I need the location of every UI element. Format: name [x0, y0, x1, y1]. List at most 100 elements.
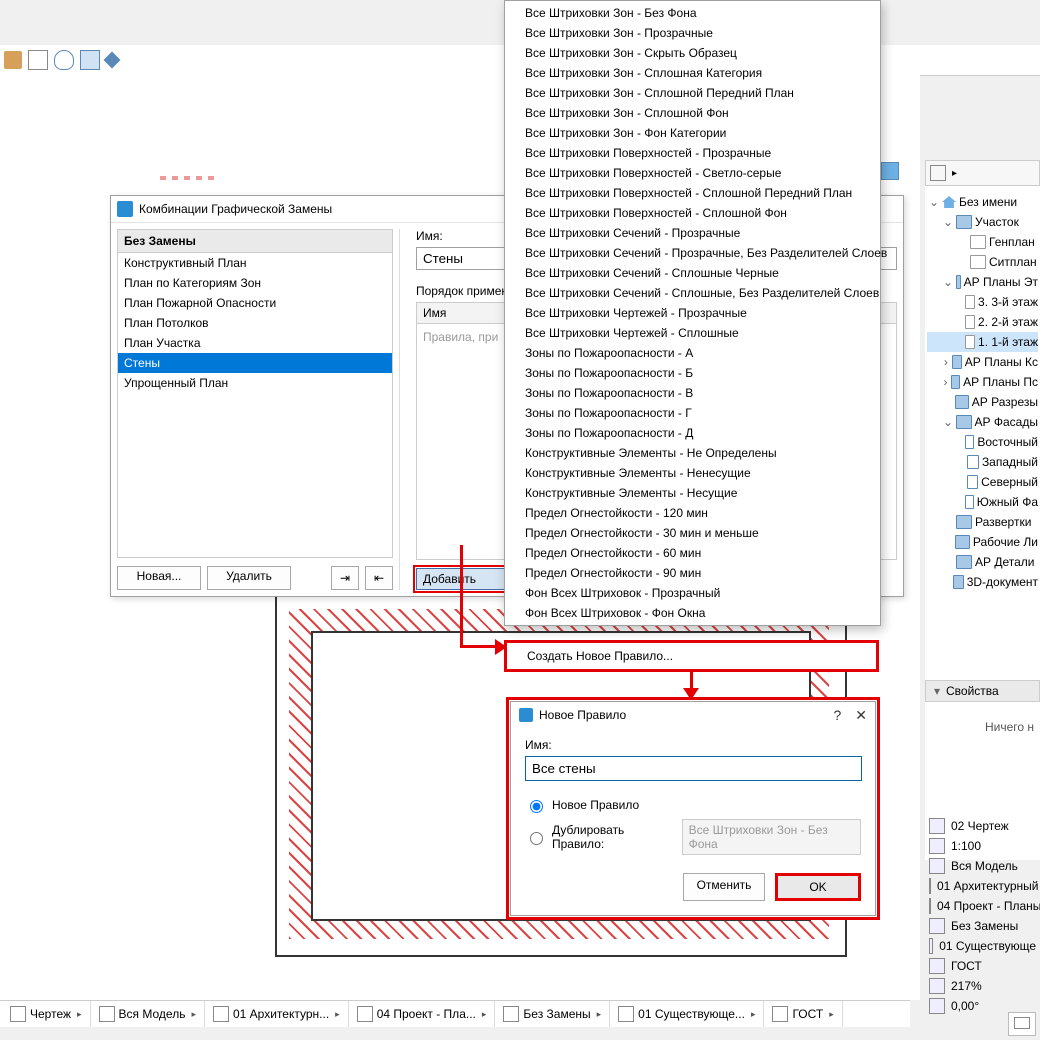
- quick-option-row[interactable]: 02 Чертеж: [925, 816, 1040, 836]
- quick-option-row[interactable]: 01 Архитектурный: [925, 876, 1040, 896]
- tree-item[interactable]: ⌄АР Планы Эт: [927, 272, 1038, 292]
- menu-item[interactable]: Предел Огнестойкости - 60 мин: [505, 543, 880, 563]
- menu-item[interactable]: Зоны по Пожароопасности - Д: [505, 423, 880, 443]
- chevron-right-icon[interactable]: ▸: [952, 168, 957, 179]
- navigator-tree[interactable]: ⌄ Без имени ⌄УчастокГенпланСитплан⌄АР Пл…: [925, 186, 1040, 598]
- menu-item[interactable]: Зоны по Пожароопасности - А: [505, 343, 880, 363]
- tree-item[interactable]: Восточный: [927, 432, 1038, 452]
- rule-name-input[interactable]: [525, 756, 862, 781]
- status-segment[interactable]: Вся Модель▸: [91, 1001, 205, 1027]
- help-button[interactable]: ?: [833, 707, 841, 724]
- tree-item[interactable]: АР Разрезы: [927, 392, 1038, 412]
- combination-item[interactable]: План Потолков: [118, 313, 392, 333]
- quick-option-row[interactable]: 217%: [925, 976, 1040, 996]
- status-segment[interactable]: 04 Проект - Пла...▸: [349, 1001, 496, 1027]
- tree-item[interactable]: Северный: [927, 472, 1038, 492]
- menu-item[interactable]: Зоны по Пожароопасности - Г: [505, 403, 880, 423]
- tree-item[interactable]: Генплан: [927, 232, 1038, 252]
- menu-item[interactable]: Все Штриховки Зон - Прозрачные: [505, 23, 880, 43]
- menu-item[interactable]: Все Штриховки Зон - Без Фона: [505, 3, 880, 23]
- duplicate-rule-radio[interactable]: [530, 832, 543, 845]
- menu-item[interactable]: Все Штриховки Чертежей - Сплошные: [505, 323, 880, 343]
- create-new-rule-item[interactable]: Создать Новое Правило...: [504, 640, 879, 672]
- quick-option-row[interactable]: 04 Проект - Планы: [925, 896, 1040, 916]
- book-icon[interactable]: [80, 50, 100, 70]
- menu-item[interactable]: Все Штриховки Поверхностей - Прозрачные: [505, 143, 880, 163]
- diamond-icon[interactable]: [104, 52, 121, 69]
- status-segment[interactable]: Без Замены▸: [495, 1001, 610, 1027]
- tree-item[interactable]: 2. 2-й этаж: [927, 312, 1038, 332]
- menu-item[interactable]: Все Штриховки Сечений - Сплошные Черные: [505, 263, 880, 283]
- menu-item[interactable]: Фон Всех Штриховок - Фон Окна: [505, 603, 880, 623]
- quick-option-row[interactable]: Без Замены: [925, 916, 1040, 936]
- tool-icon[interactable]: [28, 50, 48, 70]
- menu-item[interactable]: Все Штриховки Сечений - Прозрачные: [505, 223, 880, 243]
- quick-option-row[interactable]: 01 Существующе: [925, 936, 1040, 956]
- properties-header[interactable]: ▾ Свойства: [925, 680, 1040, 702]
- status-segment[interactable]: ГОСТ▸: [764, 1001, 842, 1027]
- tree-item[interactable]: Рабочие Ли: [927, 532, 1038, 552]
- nav-tab-icon[interactable]: [881, 162, 899, 180]
- menu-item[interactable]: Предел Огнестойкости - 120 мин: [505, 503, 880, 523]
- menu-item[interactable]: Все Штриховки Зон - Сплошной Передний Пл…: [505, 83, 880, 103]
- new-rule-radio[interactable]: [530, 800, 543, 813]
- menu-item[interactable]: Все Штриховки Сечений - Сплошные, Без Ра…: [505, 283, 880, 303]
- quick-option-row[interactable]: ГОСТ: [925, 956, 1040, 976]
- tree-item[interactable]: 3. 3-й этаж: [927, 292, 1038, 312]
- cancel-button[interactable]: Отменить: [683, 873, 765, 901]
- menu-item[interactable]: Предел Огнестойкости - 90 мин: [505, 563, 880, 583]
- tree-item[interactable]: Ситплан: [927, 252, 1038, 272]
- close-button[interactable]: ✕: [855, 707, 867, 724]
- tree-item[interactable]: Развертки: [927, 512, 1038, 532]
- combinations-list[interactable]: Конструктивный ПланПлан по Категориям Зо…: [117, 253, 393, 558]
- tree-item[interactable]: 3D-документ: [927, 572, 1038, 592]
- no-override-header[interactable]: Без Замены: [117, 229, 393, 253]
- menu-item[interactable]: Зоны по Пожароопасности - В: [505, 383, 880, 403]
- delete-button[interactable]: Удалить: [207, 566, 291, 590]
- quick-option-row[interactable]: 1:100: [925, 836, 1040, 856]
- menu-item[interactable]: Все Штриховки Зон - Фон Категории: [505, 123, 880, 143]
- tree-item[interactable]: Южный Фа: [927, 492, 1038, 512]
- navigator-toolbar[interactable]: ▸: [925, 160, 1040, 186]
- status-segment[interactable]: Чертеж▸: [2, 1001, 91, 1027]
- menu-item[interactable]: Конструктивные Элементы - Несущие: [505, 483, 880, 503]
- quick-option-row[interactable]: Вся Модель: [925, 856, 1040, 876]
- menu-item[interactable]: Все Штриховки Зон - Скрыть Образец: [505, 43, 880, 63]
- tree-item[interactable]: ›АР Планы Пс: [927, 372, 1038, 392]
- menu-item[interactable]: Конструктивные Элементы - Ненесущие: [505, 463, 880, 483]
- combination-item[interactable]: План Участка: [118, 333, 392, 353]
- tool-icon[interactable]: [4, 51, 22, 69]
- tree-root[interactable]: ⌄ Без имени: [927, 192, 1038, 212]
- combination-item[interactable]: План Пожарной Опасности: [118, 293, 392, 313]
- tree-item[interactable]: Западный: [927, 452, 1038, 472]
- tree-item[interactable]: 1. 1-й этаж: [927, 332, 1038, 352]
- export-button[interactable]: ⇤: [365, 566, 393, 590]
- menu-item[interactable]: Все Штриховки Поверхностей - Сплошной Пе…: [505, 183, 880, 203]
- new-button[interactable]: Новая...: [117, 566, 201, 590]
- menu-item[interactable]: Предел Огнестойкости - 30 мин и меньше: [505, 523, 880, 543]
- menu-item[interactable]: Все Штриховки Зон - Сплошной Фон: [505, 103, 880, 123]
- menu-item[interactable]: Конструктивные Элементы - Не Определены: [505, 443, 880, 463]
- import-button[interactable]: ⇥: [331, 566, 359, 590]
- menu-item[interactable]: Фон Всех Штриховок - Прозрачный: [505, 583, 880, 603]
- menu-item[interactable]: Зоны по Пожароопасности - Б: [505, 363, 880, 383]
- menu-item[interactable]: Все Штриховки Поверхностей - Светло-серы…: [505, 163, 880, 183]
- tree-item[interactable]: ⌄АР Фасады: [927, 412, 1038, 432]
- corner-button[interactable]: [1008, 1012, 1036, 1036]
- tree-item[interactable]: ⌄Участок: [927, 212, 1038, 232]
- dialog-titlebar[interactable]: Новое Правило ? ✕: [511, 702, 875, 728]
- status-segment[interactable]: 01 Существующе...▸: [610, 1001, 764, 1027]
- cloud-icon[interactable]: [54, 50, 74, 70]
- tree-item[interactable]: АР Детали: [927, 552, 1038, 572]
- status-strip[interactable]: Чертеж▸Вся Модель▸01 Архитектурн...▸04 П…: [0, 1000, 910, 1027]
- ok-button[interactable]: OK: [775, 873, 861, 901]
- combination-item[interactable]: План по Категориям Зон: [118, 273, 392, 293]
- combination-item[interactable]: Упрощенный План: [118, 373, 392, 393]
- menu-item[interactable]: Все Штриховки Поверхностей - Сплошной Фо…: [505, 203, 880, 223]
- navigator-icon[interactable]: [930, 165, 946, 181]
- combination-item[interactable]: Стены: [118, 353, 392, 373]
- menu-item[interactable]: Все Штриховки Зон - Сплошная Категория: [505, 63, 880, 83]
- combination-item[interactable]: Конструктивный План: [118, 253, 392, 273]
- rules-dropdown-menu[interactable]: Все Штриховки Зон - Без ФонаВсе Штриховк…: [504, 0, 881, 626]
- menu-item[interactable]: Все Штриховки Сечений - Прозрачные, Без …: [505, 243, 880, 263]
